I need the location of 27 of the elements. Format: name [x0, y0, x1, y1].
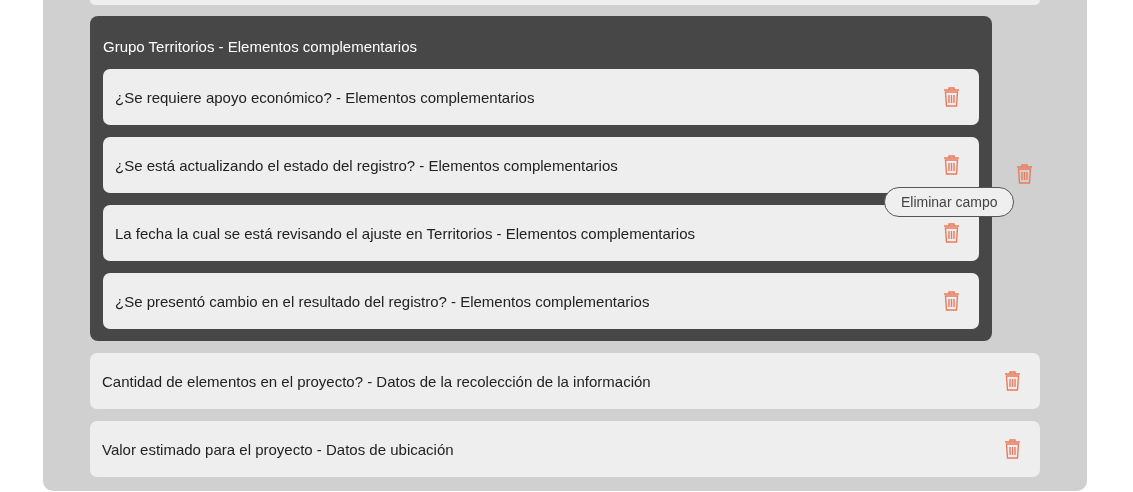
delete-button[interactable]: [943, 223, 960, 243]
field-label: Cantidad de elementos en el proyecto? - Datos de la recolección de la información: [102, 372, 651, 390]
delete-button[interactable]: [943, 291, 960, 311]
trash-icon: [943, 87, 960, 107]
trash-icon: [943, 291, 960, 311]
tooltip: Eliminar campo: [884, 186, 1015, 217]
group-title: Grupo Territorios - Elementos complementarios: [103, 37, 418, 55]
field-label: La fecha la cual se está revisando el ajuste en Territorios - Elementos complementarios: [115, 224, 696, 242]
field-label: ¿Se está actualizando el estado del registro? - Elementos complementarios: [115, 156, 618, 174]
field-item[interactable]: ¿Se presentó cambio en el resultado del registro? - Elementos complementarios: [103, 273, 979, 329]
delete-button[interactable]: [1004, 371, 1021, 391]
trash-icon: [1004, 439, 1021, 459]
trash-icon: [1016, 163, 1033, 184]
field-label: ¿Se presentó cambio en el resultado del registro? - Elementos complementarios: [115, 292, 650, 310]
field-item[interactable]: ¿Se está actualizando el estado del registro? - Elementos complementarios: [103, 137, 979, 193]
delete-button[interactable]: [943, 87, 960, 107]
field-item[interactable]: Valor estimado para el proyecto - Datos de ubicación: [90, 421, 1040, 477]
delete-button[interactable]: [1016, 163, 1033, 184]
field-item[interactable]: ¿Se requiere apoyo económico? - Elementos complementarios: [103, 69, 979, 125]
trash-icon: [1004, 371, 1021, 391]
trash-icon: [943, 223, 960, 243]
field-label: Valor estimado para el proyecto - Datos de ubicación: [102, 440, 454, 458]
trash-icon: [943, 155, 960, 175]
field-item[interactable]: Cantidad de elementos en el proyecto? - Datos de la recolección de la información: [90, 353, 1040, 409]
delete-button[interactable]: [943, 155, 960, 175]
delete-button[interactable]: [1004, 439, 1021, 459]
field-label: ¿Se requiere apoyo económico? - Elementos complementarios: [115, 88, 535, 106]
